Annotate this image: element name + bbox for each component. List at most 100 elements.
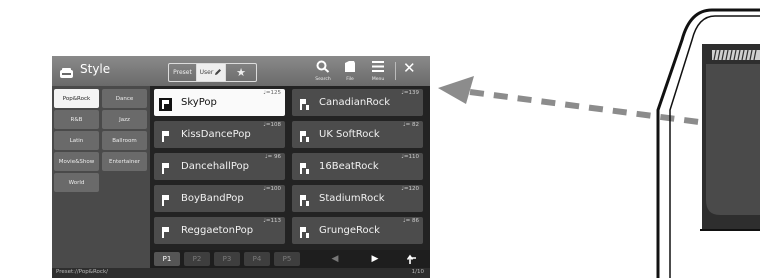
style-name: SkyPop	[181, 97, 217, 108]
style-item[interactable]: UK SoftRock ♩= 82	[292, 121, 423, 148]
up-folder-icon[interactable]	[402, 251, 422, 267]
category-label: R&B	[70, 116, 83, 123]
category-label: Ballroom	[112, 137, 137, 144]
style-select-screen: Style Preset User ★ Search File Menu ✕ P…	[52, 56, 430, 278]
search-button[interactable]: Search	[311, 60, 335, 84]
style-type-icon	[159, 160, 172, 174]
window-title: Style	[80, 62, 111, 76]
style-type-icon	[297, 192, 310, 206]
category-panel: Pop&Rock Dance R&B Jazz Latin Ballroom M…	[52, 86, 150, 268]
style-list: SkyPop ♩=125 CanadianRock ♩=139 KissDanc…	[150, 86, 430, 250]
previous-page-icon[interactable]: ◀	[325, 251, 345, 267]
page-button[interactable]: P4	[244, 252, 270, 266]
style-item[interactable]: ReggaetonPop ♩=113	[154, 217, 285, 244]
style-tempo: ♩= 96	[265, 154, 281, 160]
category-button[interactable]: Dance	[102, 89, 147, 108]
status-bar: Preset://Pop&Rock/ 1/10	[52, 268, 430, 278]
device-illustration	[656, 8, 760, 278]
page-button[interactable]: P2	[184, 252, 210, 266]
file-label: File	[346, 77, 354, 82]
style-name: CanadianRock	[319, 97, 391, 108]
style-tempo: ♩=125	[263, 90, 281, 96]
style-icon	[60, 64, 73, 78]
style-item[interactable]: StadiumRock ♩=120	[292, 185, 423, 212]
style-item[interactable]: BoyBandPop ♩=100	[154, 185, 285, 212]
category-label: Jazz	[119, 116, 130, 123]
style-type-icon	[159, 192, 172, 206]
tab-favorite[interactable]: ★	[226, 64, 256, 81]
style-type-icon	[159, 96, 172, 111]
style-name: BoyBandPop	[181, 193, 244, 204]
style-item[interactable]: KissDancePop ♩=108	[154, 121, 285, 148]
toolbar-divider	[395, 62, 396, 80]
page-label: P4	[252, 255, 262, 263]
category-label: Entertainer	[109, 158, 140, 165]
next-page-icon[interactable]: ▶	[365, 251, 385, 267]
style-item[interactable]: DancehallPop ♩= 96	[154, 153, 285, 180]
category-button[interactable]: R&B	[54, 110, 99, 129]
category-button[interactable]: Jazz	[102, 110, 147, 129]
style-tempo: ♩=100	[263, 186, 281, 192]
style-type-icon	[159, 224, 172, 238]
category-button[interactable]: Ballroom	[102, 131, 147, 150]
page-button[interactable]: P5	[274, 252, 300, 266]
category-label: Latin	[69, 137, 84, 144]
pencil-icon	[214, 68, 222, 78]
page-indicator: 1/10	[411, 269, 424, 275]
style-type-icon	[297, 96, 310, 110]
category-button[interactable]: Pop&Rock	[54, 89, 99, 108]
style-name: GrungeRock	[319, 225, 380, 236]
bank-tab-group: Preset User ★	[168, 63, 257, 82]
style-item[interactable]: 16BeatRock ♩=110	[292, 153, 423, 180]
style-name: UK SoftRock	[319, 129, 380, 140]
style-name: DancehallPop	[181, 161, 249, 172]
page-label: P1	[162, 255, 172, 263]
tab-user-label: User	[199, 69, 214, 76]
category-label: Pop&Rock	[62, 95, 91, 102]
current-path: Preset://Pop&Rock/	[56, 269, 108, 275]
tab-preset-label: Preset	[173, 69, 192, 76]
page-button[interactable]: P3	[214, 252, 240, 266]
style-item[interactable]: GrungeRock ♩= 86	[292, 217, 423, 244]
style-tempo: ♩=113	[263, 218, 281, 224]
category-button[interactable]: Movie&Show	[54, 152, 99, 171]
category-label: World	[68, 179, 85, 186]
star-icon: ★	[236, 66, 246, 79]
tab-preset[interactable]: Preset	[169, 64, 197, 81]
menu-label: Menu	[371, 77, 385, 82]
style-type-icon	[297, 128, 310, 142]
page-label: P2	[192, 255, 202, 263]
menu-icon	[366, 60, 390, 73]
style-name: ReggaetonPop	[181, 225, 254, 236]
category-label: Movie&Show	[58, 158, 95, 165]
category-button[interactable]: Entertainer	[102, 152, 147, 171]
category-button[interactable]: Latin	[54, 131, 99, 150]
title-bar: Style Preset User ★ Search File Menu ✕	[52, 56, 430, 86]
style-type-icon	[297, 160, 310, 174]
style-name: KissDancePop	[181, 129, 251, 140]
style-tempo: ♩=110	[401, 154, 419, 160]
style-item[interactable]: SkyPop ♩=125	[154, 89, 285, 116]
style-tempo: ♩=139	[401, 90, 419, 96]
search-icon	[311, 60, 335, 73]
style-tempo: ♩= 86	[403, 218, 419, 224]
style-tempo: ♩=108	[263, 122, 281, 128]
style-type-icon	[297, 224, 310, 238]
page-bar: P1 P2 P3 P4 P5 ◀ ▶	[150, 250, 430, 268]
style-tempo: ♩=120	[401, 186, 419, 192]
close-icon[interactable]: ✕	[403, 59, 416, 77]
page-label: P3	[222, 255, 232, 263]
file-button[interactable]: File	[338, 60, 362, 84]
page-label: P5	[282, 255, 292, 263]
tab-user[interactable]: User	[197, 64, 226, 81]
category-button[interactable]: World	[54, 173, 99, 192]
menu-button[interactable]: Menu	[366, 60, 390, 84]
style-item[interactable]: CanadianRock ♩=139	[292, 89, 423, 116]
category-label: Dance	[115, 95, 134, 102]
search-label: Search	[315, 77, 331, 82]
style-tempo: ♩= 82	[403, 122, 419, 128]
folder-icon	[338, 60, 362, 73]
style-name: 16BeatRock	[319, 161, 379, 172]
style-name: StadiumRock	[319, 193, 385, 204]
page-button[interactable]: P1	[154, 252, 180, 266]
